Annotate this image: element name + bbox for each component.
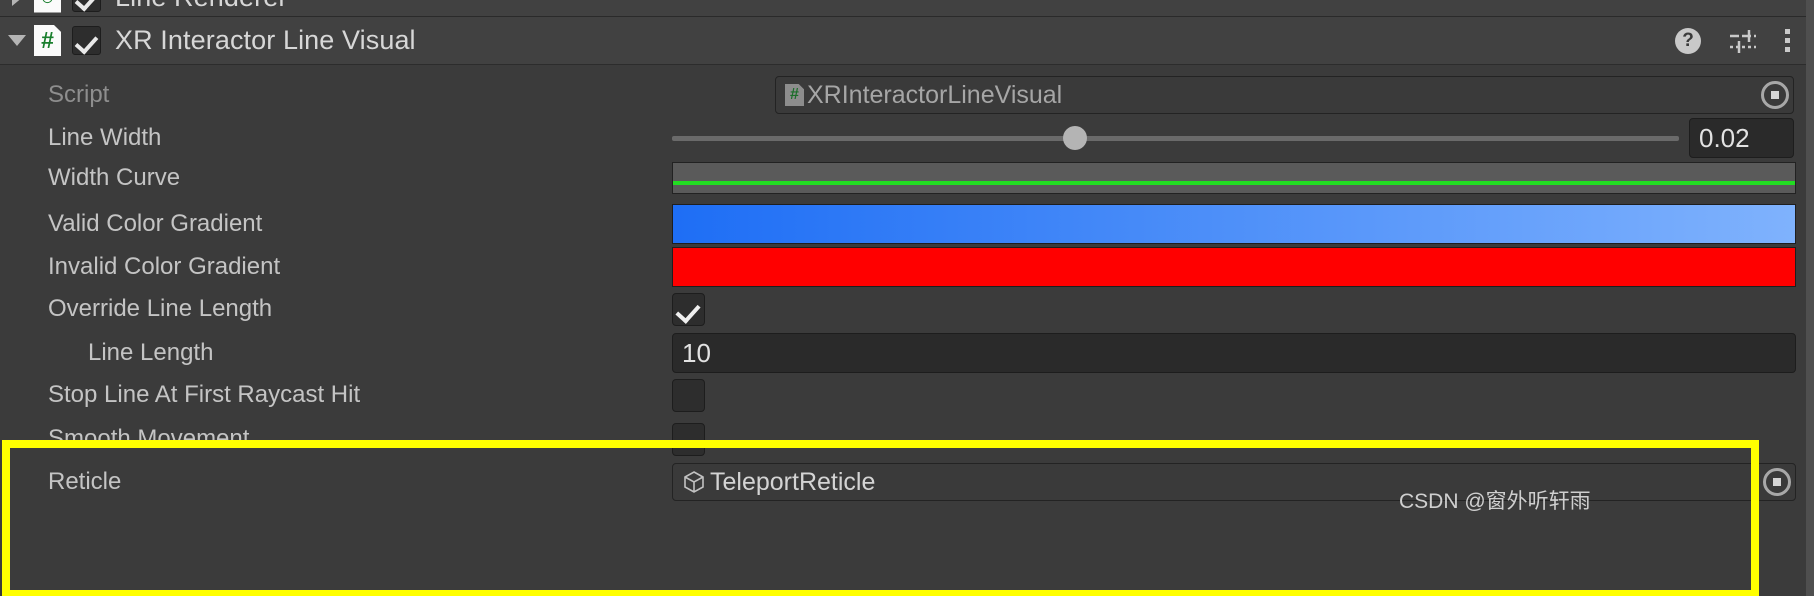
help-icon[interactable]: ?	[1675, 27, 1701, 54]
object-picker-icon-script[interactable]	[1761, 81, 1789, 109]
gradient-field-invalid[interactable]	[672, 247, 1796, 287]
field-area-width-curve	[672, 162, 1796, 194]
vertical-scrollbar[interactable]	[1806, 0, 1814, 596]
curve-line	[673, 181, 1795, 185]
triangle-down-icon	[8, 35, 26, 46]
property-row-script: Script # XRInteractorLineVisual	[0, 76, 1814, 114]
preset-sliders-icon[interactable]	[1729, 28, 1757, 54]
field-area-script: # XRInteractorLineVisual	[775, 76, 1794, 114]
property-label-invalid-color-gradient: Invalid Color Gradient	[48, 253, 281, 280]
foldout-toggle[interactable]	[0, 17, 34, 64]
component-title-line-renderer: Line Renderer	[115, 0, 287, 13]
object-field-reticle[interactable]: TeleportReticle	[672, 463, 1796, 501]
field-area-override-line-length	[672, 292, 1794, 326]
property-row-smooth-movement: Smooth Movement	[0, 422, 1814, 456]
object-field-script[interactable]: # XRInteractorLineVisual	[775, 76, 1794, 114]
header-icon-group: ?	[1675, 27, 1814, 54]
object-field-value-script: XRInteractorLineVisual	[807, 80, 1063, 109]
property-row-valid-color-gradient: Valid Color Gradient	[0, 204, 1814, 244]
number-field-line-length[interactable]: 10	[672, 333, 1796, 373]
object-field-value-reticle: TeleportReticle	[710, 467, 876, 496]
property-row-invalid-color-gradient: Invalid Color Gradient	[0, 247, 1814, 287]
checkbox-smooth-movement[interactable]	[672, 422, 705, 456]
property-row-width-curve: Width Curve	[0, 161, 1814, 195]
line-renderer-icon: ○	[34, 0, 61, 13]
triangle-right-icon	[11, 0, 23, 6]
property-label-override-line-length: Override Line Length	[48, 295, 273, 322]
component-enable-checkbox[interactable]	[72, 26, 101, 55]
property-label-smooth-movement: Smooth Movement	[48, 425, 250, 452]
checkbox-stop-line-at-first-raycast-hit[interactable]	[672, 378, 705, 412]
csharp-script-icon: #	[785, 84, 804, 106]
csharp-script-icon-glyph: #	[41, 27, 54, 53]
number-field-line-width[interactable]: 0.02	[1689, 118, 1794, 158]
checkbox-override-line-length[interactable]	[672, 292, 705, 326]
property-label-width-curve: Width Curve	[48, 164, 181, 191]
prefab-cube-icon	[682, 470, 706, 494]
property-label-valid-color-gradient: Valid Color Gradient	[48, 210, 263, 237]
property-row-line-width: Line Width 0.02	[0, 118, 1814, 158]
foldout-toggle-line-renderer[interactable]	[0, 0, 34, 16]
object-picker-icon-reticle[interactable]	[1763, 468, 1791, 496]
slider-line-width[interactable]	[672, 119, 1679, 157]
property-label-stop-line-at-first-raycast-hit: Stop Line At First Raycast Hit	[48, 381, 361, 408]
field-area-line-width: 0.02	[672, 118, 1794, 158]
property-label-line-length: Line Length	[88, 339, 214, 366]
property-label-line-width: Line Width	[48, 124, 162, 151]
field-area-valid-color-gradient	[672, 204, 1796, 244]
component-enable-checkbox-line-renderer[interactable]	[72, 0, 101, 12]
property-row-override-line-length: Override Line Length	[0, 292, 1814, 326]
field-area-smooth-movement	[672, 422, 1794, 456]
field-area-invalid-color-gradient	[672, 247, 1796, 287]
watermark-text: CSDN @窗外听轩雨	[1399, 490, 1591, 513]
component-title: XR Interactor Line Visual	[115, 25, 416, 55]
field-area-line-length: 10	[672, 333, 1796, 373]
property-row-line-length: Line Length 10	[0, 333, 1814, 373]
component-header-xr-interactor-line-visual[interactable]: # XR Interactor Line Visual ?	[0, 17, 1814, 65]
property-label-reticle: Reticle	[48, 468, 122, 495]
gradient-field-valid[interactable]	[672, 204, 1796, 244]
field-area-stop-line	[672, 378, 1794, 412]
csharp-script-icon-glyph: #	[790, 86, 799, 103]
kebab-menu-icon[interactable]	[1785, 29, 1790, 52]
component-header-line-renderer[interactable]: ○ Line Renderer	[0, 0, 1814, 17]
csharp-script-icon: #	[34, 25, 61, 56]
slider-knob[interactable]	[1062, 126, 1087, 150]
unity-inspector-panel: ○ Line Renderer # XR Interactor Line Vis…	[0, 0, 1814, 596]
property-row-stop-line-at-first-raycast-hit: Stop Line At First Raycast Hit	[0, 378, 1814, 412]
slider-track	[672, 135, 1679, 141]
field-area-reticle: TeleportReticle	[672, 463, 1796, 501]
curve-field-width-curve[interactable]	[672, 162, 1796, 194]
property-label-script: Script	[48, 81, 110, 108]
